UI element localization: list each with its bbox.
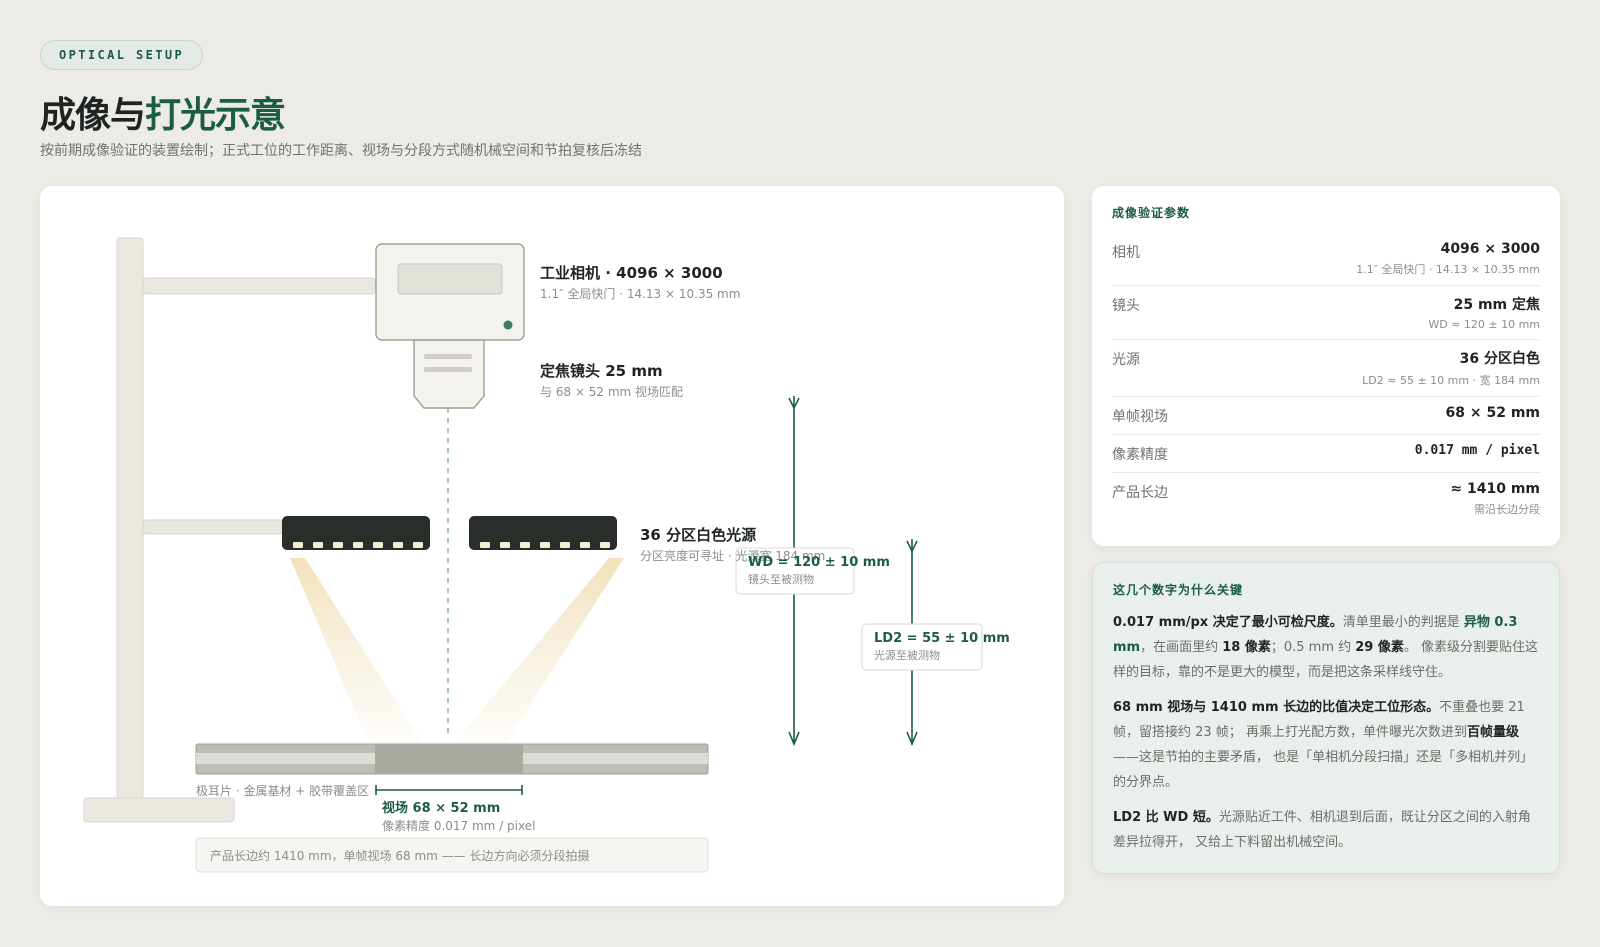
param-sub: 1.1″ 全局快门 · 14.13 × 10.35 mm bbox=[1356, 263, 1540, 276]
why-paragraph-ld2: LD2 比 WD 短。光源贴近工件、相机退到后面，既让分区之间的入射角差异拉得开… bbox=[1113, 810, 1531, 850]
ld2-title: LD2 = 55 ± 10 mm bbox=[874, 631, 1010, 646]
camera-arm bbox=[142, 277, 376, 295]
param-row-light: 光源 36 分区白色 LD2 ≈ 55 ± 10 mm · 宽 184 mm bbox=[1112, 340, 1540, 397]
why-paragraph-resolution: 0.017 mm/px 决定了最小可检尺度。清单里最小的判据是 异物 0.3 m… bbox=[1113, 615, 1539, 680]
param-label: 产品长边 bbox=[1112, 485, 1168, 501]
param-value: 68 × 52 mm bbox=[1445, 405, 1541, 421]
param-sub: LD2 ≈ 55 ± 10 mm · 宽 184 mm bbox=[1362, 374, 1540, 387]
light-beam-right bbox=[452, 558, 624, 746]
why-panel: 这几个数字为什么关键 0.017 mm/px 决定了最小可检尺度。清单里最小的判… bbox=[1092, 562, 1560, 874]
param-row-product-length: 产品长边 ≈ 1410 mm 需沿长边分段 bbox=[1112, 473, 1540, 525]
param-row-fov: 单帧视场 68 × 52 mm bbox=[1112, 397, 1540, 435]
param-sub: WD ≈ 120 ± 10 mm bbox=[1428, 318, 1540, 331]
params-title: 成像验证参数 bbox=[1112, 206, 1191, 220]
why-title: 这几个数字为什么关键 bbox=[1113, 583, 1244, 597]
page-title: 成像与打光示意 bbox=[40, 86, 286, 138]
lens-line-2 bbox=[424, 367, 472, 372]
param-label: 光源 bbox=[1112, 352, 1140, 368]
ld2-subtitle: 光源至被测物 bbox=[874, 648, 940, 662]
camera-title: 工业相机 · 4096 × 3000 bbox=[540, 264, 723, 282]
param-value: 36 分区白色 bbox=[1459, 351, 1540, 367]
title-part-b: 打光示意 bbox=[145, 95, 286, 136]
part-label: 极耳片 · 金属基材 + 胶带覆盖区 bbox=[196, 783, 369, 798]
camera-status-led bbox=[503, 320, 513, 330]
light-beam-left bbox=[290, 558, 424, 746]
param-sub: 需沿长边分段 bbox=[1474, 503, 1540, 516]
fov-region bbox=[375, 745, 523, 773]
param-value: 4096 × 3000 bbox=[1440, 241, 1540, 257]
lens-line-1 bbox=[424, 354, 472, 359]
param-row-camera: 相机 4096 × 3000 1.1″ 全局快门 · 14.13 × 10.35 … bbox=[1112, 233, 1540, 286]
fov-title: 视场 68 × 52 mm bbox=[382, 800, 500, 816]
setup-diagram-card: 工业相机 · 4096 × 3000 1.1″ 全局快门 · 14.13 × 1… bbox=[40, 186, 1064, 906]
why-paragraph-fov-ratio: 68 mm 视场与 1410 mm 长边的比值决定工位形态。不重叠也要 21 帧… bbox=[1113, 700, 1534, 790]
param-value: ≈ 1410 mm bbox=[1450, 481, 1540, 497]
light-bar-left bbox=[282, 516, 430, 550]
light-bar-right bbox=[469, 516, 617, 550]
stand-pole bbox=[116, 237, 144, 799]
camera-subtitle: 1.1″ 全局快门 · 14.13 × 10.35 mm bbox=[540, 286, 740, 301]
note-text: 产品长边约 1410 mm，单帧视场 68 mm —— 长边方向必须分段拍摄 bbox=[210, 848, 589, 863]
wd-subtitle: 镜头至被测物 bbox=[748, 572, 814, 586]
param-label: 镜头 bbox=[1112, 298, 1140, 314]
light-title: 36 分区白色光源 bbox=[640, 526, 756, 544]
page-subtitle: 按前期成像验证的装置绘制；正式工位的工作距离、视场与分段方式随机械空间和节拍复核… bbox=[40, 143, 642, 159]
param-label: 相机 bbox=[1112, 245, 1140, 261]
param-value: 0.017 mm / pixel bbox=[1414, 443, 1540, 458]
param-row-resolution: 像素精度 0.017 mm / pixel bbox=[1112, 435, 1540, 473]
lens-title: 定焦镜头 25 mm bbox=[540, 362, 663, 380]
product-strip bbox=[195, 743, 709, 775]
param-value: 25 mm 定焦 bbox=[1453, 297, 1540, 313]
fov-subtitle: 像素精度 0.017 mm / pixel bbox=[382, 818, 535, 833]
section-tag: OPTICAL SETUP bbox=[40, 40, 204, 70]
wd-title: WD = 120 ± 10 mm bbox=[748, 555, 890, 570]
lens-body bbox=[413, 339, 485, 409]
param-label: 单帧视场 bbox=[1112, 409, 1168, 425]
params-panel: 成像验证参数 相机 4096 × 3000 1.1″ 全局快门 · 14.13 ×… bbox=[1092, 186, 1560, 546]
light-arm bbox=[142, 519, 284, 535]
param-label: 像素精度 bbox=[1112, 447, 1168, 463]
stand-base bbox=[83, 797, 235, 823]
title-part-a: 成像与 bbox=[40, 95, 146, 136]
lens-subtitle: 与 68 × 52 mm 视场匹配 bbox=[540, 384, 683, 399]
setup-diagram: 工业相机 · 4096 × 3000 1.1″ 全局快门 · 14.13 × 1… bbox=[83, 237, 1010, 873]
param-row-lens: 镜头 25 mm 定焦 WD ≈ 120 ± 10 mm bbox=[1112, 286, 1540, 340]
camera-window bbox=[397, 263, 503, 295]
